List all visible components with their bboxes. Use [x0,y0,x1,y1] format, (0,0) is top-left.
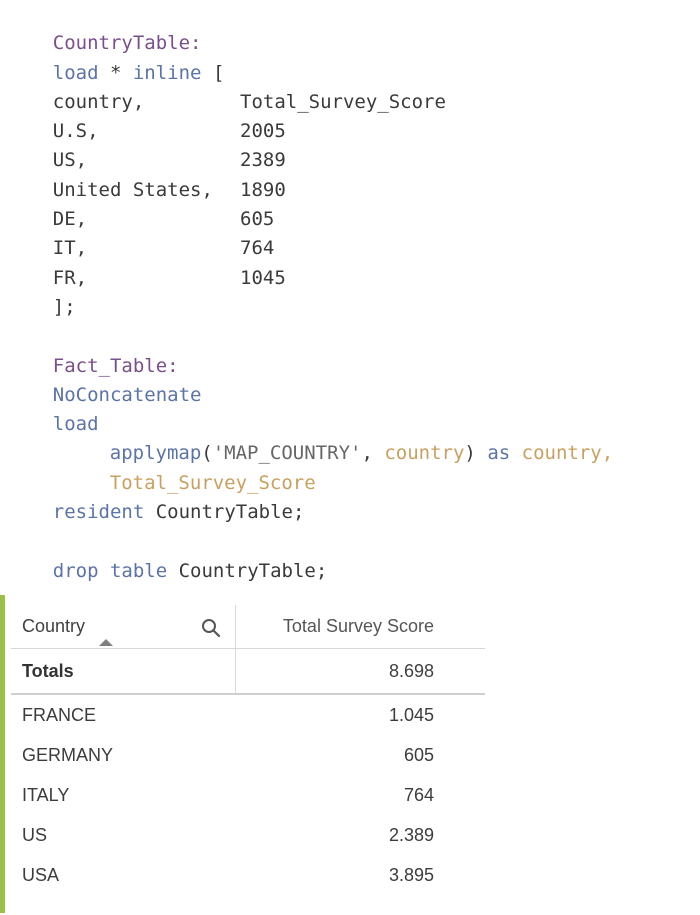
code-line-drop-table: drop table CountryTable; [7,527,700,582]
table-body: FRANCE 1.045 GERMANY 605 ITALY 764 US 2.… [11,695,485,895]
inline-close-bracket: ]; [52,295,76,318]
resident-table-name: CountryTable; [144,501,305,524]
field-country-alias: country, [521,442,614,465]
table-row[interactable]: GERMANY 605 [11,735,485,775]
code-line-table2-label: Fact_Table: [7,322,700,377]
column-header-score-label: Total Survey Score [282,616,434,636]
country-cell[interactable]: ITALY [11,775,236,815]
field-total-survey-score: Total_Survey_Score [109,471,316,494]
score-cell: 605 [403,744,434,765]
table-row[interactable]: FRANCE 1.045 [11,695,485,735]
keyword-as: as [475,442,522,465]
score-cell: 1.045 [388,704,434,725]
selection-indicator-bar [0,595,5,913]
inline-row-col1: FR, [52,266,88,289]
score-cell: 3.895 [388,864,434,885]
score-cell: 764 [403,784,434,805]
country-cell[interactable]: FRANCE [11,695,236,735]
keyword-noconcatenate: NoConcatenate [52,383,202,406]
totals-label-cell: Totals [11,649,236,693]
keyword-load: load [52,413,99,436]
country-cell[interactable]: US [11,815,236,855]
totals-label: Totals [22,660,74,681]
code-line-inline-row: United States, 1890 [7,146,700,201]
totals-value-cell: 8.698 [236,649,460,693]
search-icon[interactable] [200,617,222,639]
field-country: country [384,442,465,465]
inline-row-col2: 1045 [240,266,286,289]
code-line-inline-close: ]; [7,264,700,318]
code-line-applymap: applymap('MAP_COUNTRY', country) as coun… [7,410,700,464]
arg-separator: , [361,442,385,465]
paren-open: ( [201,442,213,465]
table-object[interactable]: Country Total Survey Score Totals 8.698 … [0,595,490,913]
code-line-inline-row: US, 2389 [7,117,700,171]
totals-value: 8.698 [388,660,434,681]
table-header-row: Country Total Survey Score [11,605,485,649]
country-cell[interactable]: USA [11,855,236,895]
data-table: Country Total Survey Score Totals 8.698 … [11,605,485,895]
sort-ascending-icon [99,639,113,646]
table-label: Fact_Table: [52,354,179,377]
table-label: CountryTable: [52,32,202,55]
column-header-country[interactable]: Country [11,605,236,648]
code-line-inline-header: country, Total_Survey_Score [7,59,700,113]
code-line-table1-label: CountryTable: [7,0,700,54]
code-line-inline-row: DE, 605 [7,176,700,230]
code-line-inline-row: U.S, 2005 [7,88,700,142]
table-row[interactable]: US 2.389 [11,815,485,855]
drop-table-name: CountryTable; [167,559,328,582]
keyword-drop-table: drop table [52,559,168,582]
paren-close: ) [464,442,476,465]
table-row[interactable]: USA 3.895 [11,855,485,895]
column-header-total-survey-score[interactable]: Total Survey Score [236,605,460,648]
string-map-country: 'MAP_COUNTRY' [212,442,362,465]
table-row[interactable]: ITALY 764 [11,775,485,815]
score-cell: 2.389 [388,824,434,845]
code-line-inline-row: IT, 764 [7,205,700,259]
column-header-country-label: Country [22,616,86,636]
keyword-resident: resident [52,501,145,524]
country-cell[interactable]: GERMANY [11,735,236,775]
code-line-inline-row: FR, 1045 [7,234,700,289]
function-applymap: applymap [109,442,202,465]
table-totals-row: Totals 8.698 [11,649,485,695]
script-editor[interactable]: CountryTable: load * inline [ country, To… [7,0,700,582]
